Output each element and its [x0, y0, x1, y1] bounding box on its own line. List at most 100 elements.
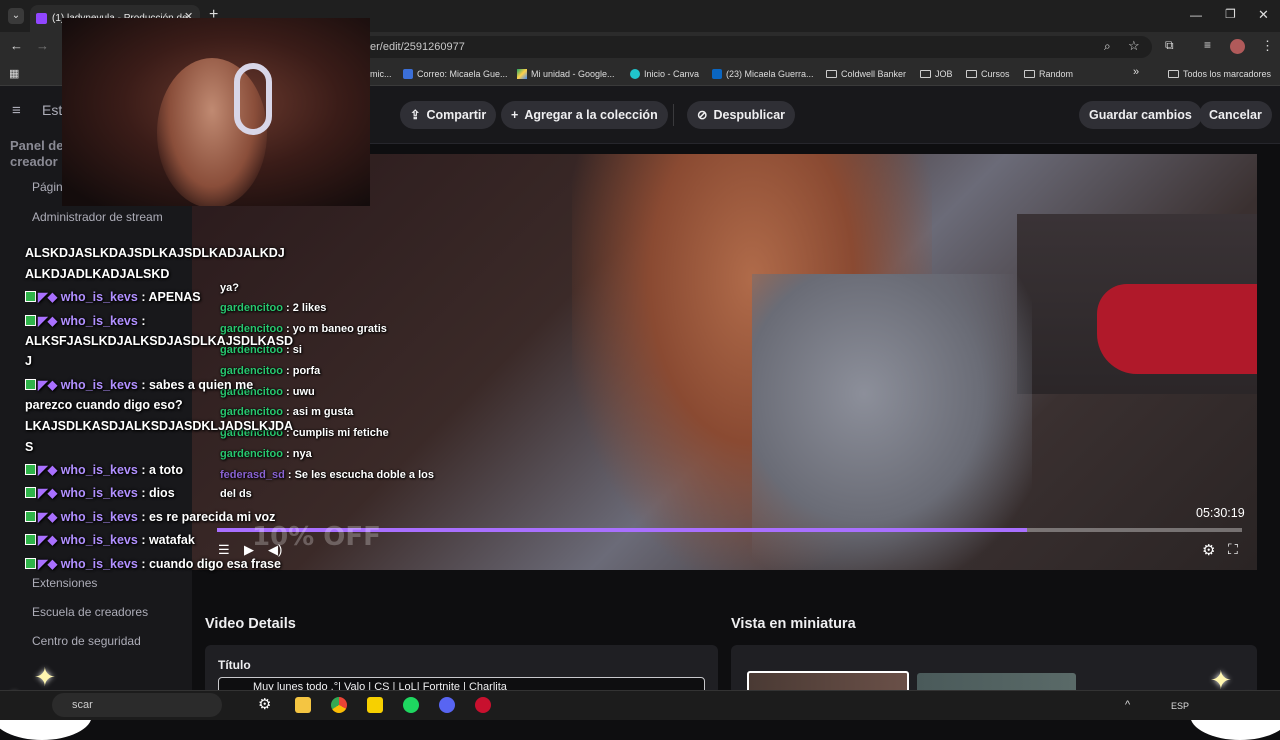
chat-username: who_is_kevs — [60, 486, 138, 500]
sub-badge-icon: ◤◆ — [38, 533, 61, 547]
discord-icon[interactable] — [439, 697, 455, 713]
chat-message: ALSKDJASLKDAJSDLKAJSDLKADJALKDJ — [25, 246, 285, 260]
more-bookmarks-icon[interactable]: » — [1133, 66, 1139, 78]
chat-message: ALKDJADLKADJALSKD — [25, 267, 170, 281]
title-field-label: Título — [218, 658, 251, 672]
sticky-notes-icon[interactable] — [367, 697, 383, 713]
bookmark-item[interactable]: Correo: Micaela Gue... — [403, 66, 508, 82]
bookmark-item[interactable]: Inicio - Canva — [630, 66, 699, 82]
chat-username: who_is_kevs — [60, 533, 138, 547]
chrome-icon[interactable] — [331, 697, 347, 713]
chat-text: : es re parecida mi voz — [137, 510, 276, 524]
chat-message: ◤◆ who_is_kevs : sabes a quien me — [25, 374, 253, 396]
game-chat-message: del ds — [220, 488, 252, 500]
sidebar-item-stream-manager[interactable]: Administrador de stream — [32, 209, 163, 225]
chat-message: ◤◆ who_is_kevs : — [25, 310, 145, 332]
add-to-collection-button[interactable]: + Agregar a la colección — [501, 101, 668, 129]
bookmark-folder[interactable]: Coldwell Banker — [826, 66, 906, 82]
tab-search-icon[interactable]: ⌄ — [8, 8, 24, 24]
profile-avatar[interactable] — [1230, 39, 1245, 54]
spotify-icon[interactable] — [403, 697, 419, 713]
all-bookmarks-folder[interactable]: Todos los marcadores — [1168, 66, 1271, 82]
check-badge-icon — [25, 379, 36, 390]
video-duration: 05:30:19 — [1196, 506, 1245, 520]
settings-app-icon[interactable]: ⚙ — [258, 697, 274, 713]
forward-icon[interactable]: → — [36, 38, 49, 53]
window-close-icon[interactable]: ✕ — [1258, 7, 1269, 23]
video-player[interactable]: 05:30:19 ☰ ▶ ◀) 10% OFF ⚙ ⛶ — [192, 154, 1257, 570]
sub-badge-icon: ◤◆ — [38, 290, 61, 304]
chat-message: J — [25, 354, 32, 368]
sub-badge-icon: ◤◆ — [38, 314, 61, 328]
bookmark-folder[interactable]: Random — [1024, 66, 1073, 82]
game-chat-username: federasd_sd — [220, 469, 285, 481]
check-badge-icon — [25, 464, 36, 475]
sub-badge-icon: ◤◆ — [38, 486, 61, 500]
chat-username: who_is_kevs — [60, 510, 138, 524]
chat-message: ◤◆ who_is_kevs : es re parecida mi voz — [25, 506, 275, 528]
chat-username: who_is_kevs — [60, 463, 138, 477]
chat-message: ◤◆ who_is_kevs : dios — [25, 482, 175, 504]
check-badge-icon — [25, 558, 36, 569]
check-badge-icon — [25, 487, 36, 498]
bookmark-item[interactable]: (23) Micaela Guerra... — [712, 66, 814, 82]
sidebar-item-safety-center[interactable]: Centro de seguridad — [32, 634, 141, 648]
save-changes-button[interactable]: Guardar cambios — [1079, 101, 1202, 129]
chat-text: : cuando digo esa frase — [137, 557, 281, 571]
menu-icon[interactable]: ⋮ — [1261, 38, 1274, 54]
sidebar-item-creator-camp[interactable]: Escuela de creadores — [32, 605, 148, 619]
star-icon: ✦ — [34, 662, 56, 692]
media-icon[interactable]: ≡ — [1204, 38, 1211, 52]
hamburger-icon[interactable]: ≡ — [12, 102, 21, 119]
unpublish-button[interactable]: ⊘ Despublicar — [687, 101, 796, 129]
chat-message: ALKSFJASLKDJALKSDJASDLKAJSDLKASD — [25, 334, 294, 348]
bookmark-item[interactable]: Mi unidad - Google... — [517, 66, 615, 82]
settings-icon[interactable]: ⚙ — [1202, 541, 1215, 559]
tray-chevron-icon[interactable]: ^ — [1125, 699, 1130, 711]
game-chat-text: : Se les escucha doble a los — [284, 469, 434, 481]
bookmark-folder[interactable]: Cursos — [966, 66, 1010, 82]
minimize-icon[interactable]: — — [1190, 8, 1202, 22]
chat-message: LKAJSDLKASDJALKSDJASDKLJADSLKJDA — [25, 419, 294, 433]
game-chat-username: gardencitoo — [220, 448, 283, 460]
chat-text: : watafak — [137, 533, 195, 547]
bookmark-folder[interactable]: JOB — [920, 66, 953, 82]
zoom-icon[interactable]: ⌕ — [1104, 39, 1111, 54]
file-explorer-icon[interactable] — [295, 697, 311, 713]
chat-message: ◤◆ who_is_kevs : APENAS — [25, 286, 201, 308]
apps-icon[interactable]: ▦ — [9, 67, 19, 80]
sub-badge-icon: ◤◆ — [38, 463, 61, 477]
game-chat-text: : yo m baneo gratis — [282, 323, 387, 335]
game-chat-message: ya? — [220, 282, 239, 294]
game-chat-text: : porfa — [282, 365, 321, 377]
bookmark-star-icon[interactable]: ☆ — [1128, 38, 1140, 54]
share-button[interactable]: ⇪ Compartir — [400, 101, 497, 129]
language-indicator[interactable]: ESP — [1171, 701, 1189, 711]
red-blanket — [1097, 284, 1257, 374]
game-chat-message: gardencitoo : nya — [220, 448, 312, 460]
app-icon[interactable] — [475, 697, 491, 713]
chat-username: who_is_kevs — [60, 378, 138, 392]
cancel-button[interactable]: Cancelar — [1199, 101, 1272, 129]
chat-message: ◤◆ who_is_kevs : cuando digo esa frase — [25, 553, 281, 575]
game-chat-text: : cumplis mi fetiche — [282, 427, 389, 439]
extensions-icon[interactable]: ⧉ — [1165, 38, 1174, 53]
chat-text: : a toto — [137, 463, 183, 477]
chat-message: ◤◆ who_is_kevs : watafak — [25, 529, 195, 551]
divider — [673, 104, 674, 126]
sidebar-item-page[interactable]: Págin — [32, 180, 63, 194]
video-details-title: Video Details — [205, 616, 296, 632]
game-chat-text: : 2 likes — [282, 302, 327, 314]
fullscreen-icon[interactable]: ⛶ — [1228, 541, 1238, 558]
taskbar-search[interactable]: scar — [52, 693, 222, 717]
chat-username: who_is_kevs — [60, 557, 138, 571]
sidebar-item-extensions[interactable]: Extensiones — [32, 576, 97, 590]
chat-message: parezco cuando digo eso? — [25, 398, 183, 412]
bookmark-item[interactable]: mic... — [370, 66, 392, 82]
panel-title: Panel de creador — [10, 138, 64, 169]
restore-icon[interactable]: ❐ — [1225, 7, 1236, 21]
game-chat-text: : nya — [282, 448, 312, 460]
back-icon[interactable]: ← — [10, 38, 23, 53]
game-chat-text: : asi m gusta — [282, 406, 354, 418]
check-badge-icon — [25, 315, 36, 326]
